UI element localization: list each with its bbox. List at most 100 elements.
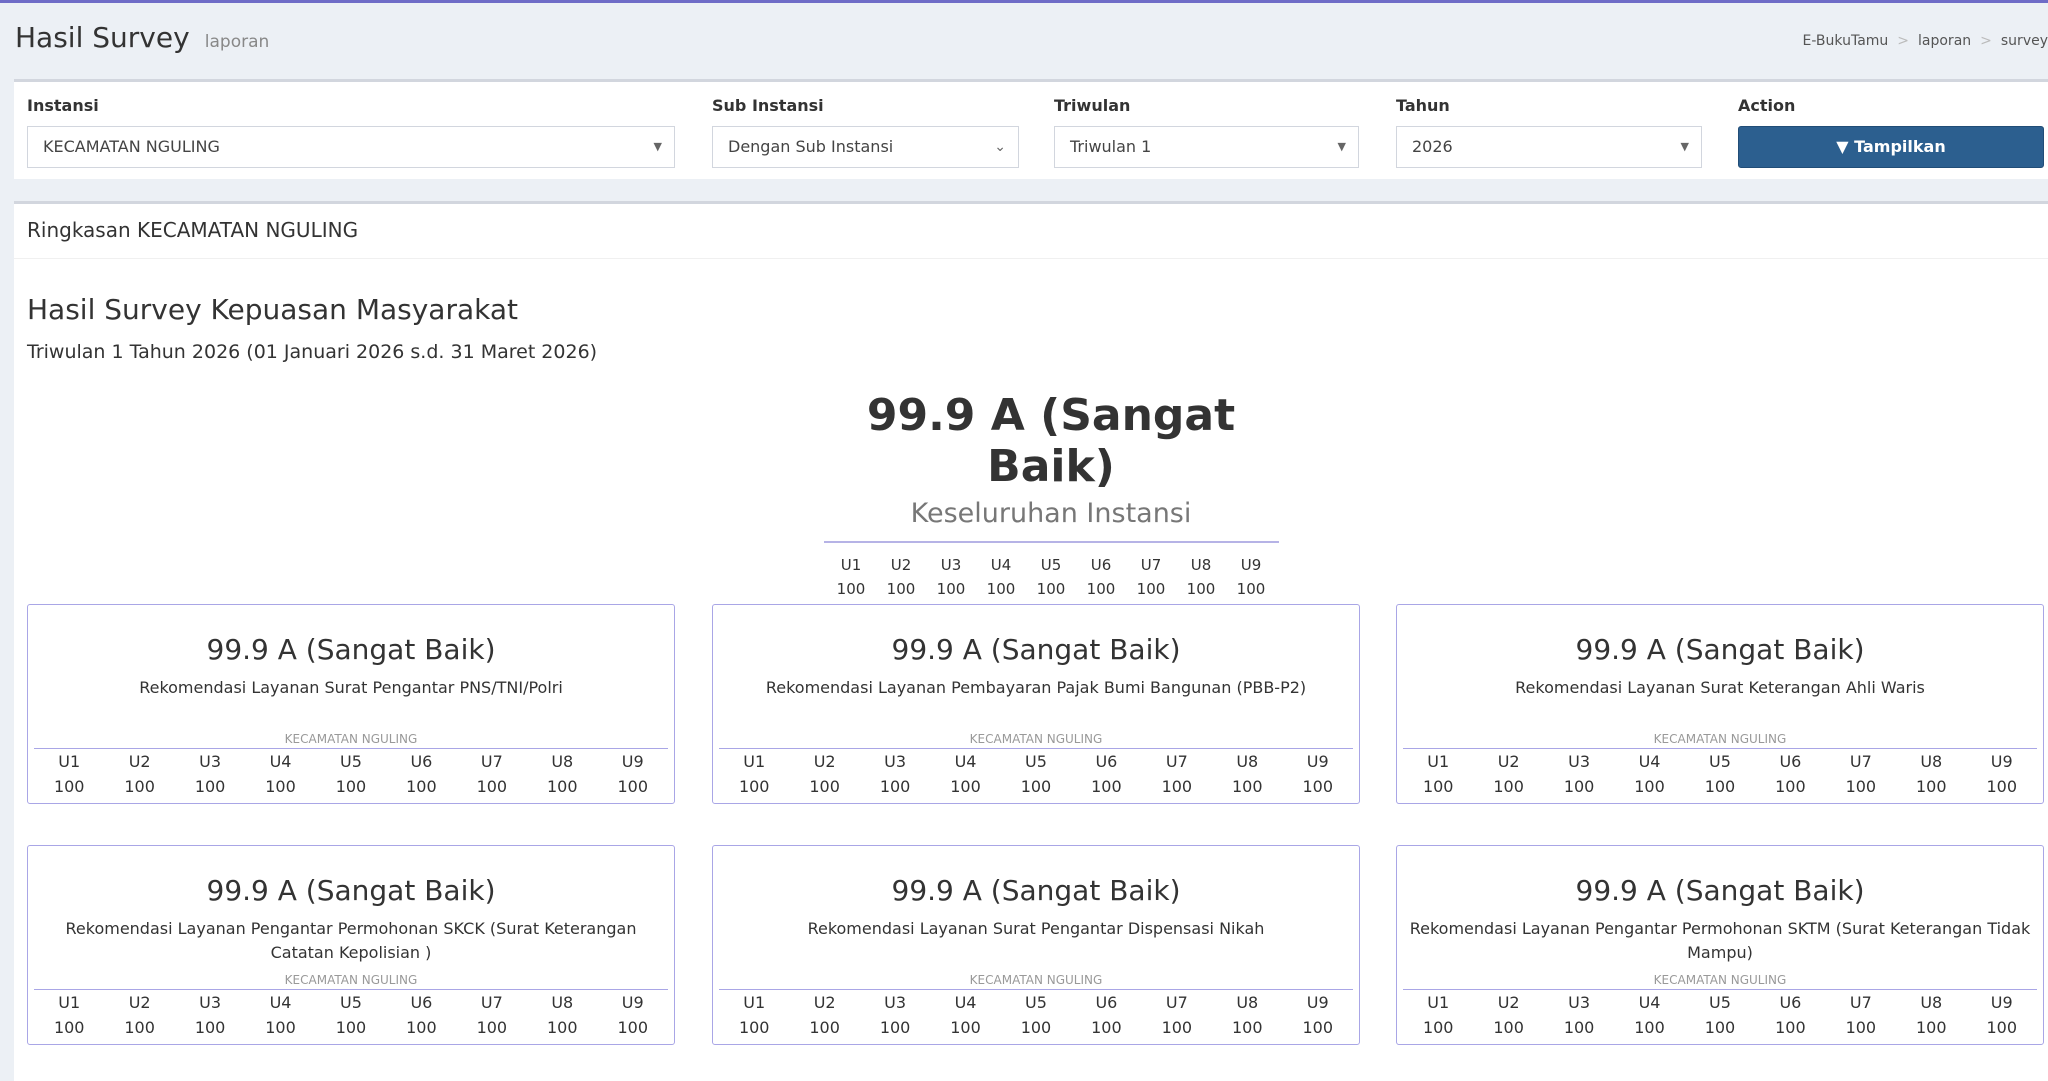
card-footer: KECAMATAN NGULING U1 U2 U3 U4 U5 U6 U7 U8 U9 100… (719, 732, 1353, 799)
card-score: 99.9 A (Sangat Baik) (206, 633, 496, 666)
breadcrumb-item-laporan[interactable]: laporan (1918, 33, 1971, 49)
card-service-name: Rekomendasi Layanan Surat Pengantar Disp… (807, 919, 1265, 938)
unit-label: U2 (128, 993, 151, 1012)
tampilkan-button[interactable]: ▼ Tampilkan (1738, 126, 2044, 168)
unit-value: 100 (1493, 1018, 1524, 1037)
unit-value: 100 (879, 1018, 911, 1037)
card-footer: KECAMATAN NGULING U1 U2 U3 U4 U5 U6 U7 U8 U9 100… (34, 973, 668, 1040)
unit-value: 100 (1634, 1018, 1665, 1037)
unit-value: 100 (1845, 1018, 1877, 1037)
unit-value: 100 (1036, 580, 1066, 598)
sub-instansi-select[interactable]: Dengan Sub Instansi ⌄ (712, 126, 1019, 168)
unit-label: U7 (480, 752, 503, 771)
unit-value: 100 (335, 1018, 367, 1037)
unit-value: 100 (836, 580, 866, 598)
overall-divider (823, 541, 1279, 543)
unit-label: U6 (1779, 752, 1802, 771)
unit-label: U3 (884, 993, 907, 1012)
unit-value: 100 (1422, 777, 1454, 796)
instansi-select[interactable]: KECAMATAN NGULING ▼ (27, 126, 675, 168)
unit-label: U4 (954, 993, 977, 1012)
unit-label: U9 (1306, 993, 1329, 1012)
card-score: 99.9 A (Sangat Baik) (891, 633, 1181, 666)
unit-value: 100 (1091, 1018, 1122, 1037)
unit-label: U5 (1709, 993, 1731, 1012)
unit-value: 100 (1020, 777, 1052, 796)
service-card: 99.9 A (Sangat Baik) Rekomendasi Layanan… (712, 604, 1360, 804)
unit-value: 100 (406, 777, 437, 796)
breadcrumb-separator: > (1980, 33, 1992, 49)
card-footer: KECAMATAN NGULING U1 U2 U3 U4 U5 U6 U7 U8 U9 100… (719, 973, 1353, 1040)
unit-value: 100 (1563, 1018, 1595, 1037)
unit-label: U7 (1165, 752, 1188, 771)
unit-label: U8 (1236, 752, 1259, 771)
card-instansi: KECAMATAN NGULING (969, 732, 1103, 746)
filter-sub-instansi: Sub Instansi Dengan Sub Instansi ⌄ (712, 96, 1019, 168)
card-score: 99.9 A (Sangat Baik) (1575, 874, 1865, 907)
unit-value: 100 (1916, 1018, 1947, 1037)
triwulan-select[interactable]: Triwulan 1 ▼ (1054, 126, 1359, 168)
unit-label: U5 (1025, 993, 1047, 1012)
card-footer: KECAMATAN NGULING U1 U2 U3 U4 U5 U6 U7 U8 U9 100… (1403, 973, 2037, 1040)
card-unit-table: U1 U2 U3 U4 U5 U6 U7 U8 U9 100 100 100 100 100 100 100… (34, 749, 668, 799)
filter-action-label: Action (1738, 96, 1796, 115)
breadcrumb-item-home[interactable]: E-BukuTamu (1803, 33, 1889, 49)
card-unit-value-row: 100 100 100 100 100 100 100 100 100 (34, 774, 668, 799)
service-card: 99.9 A (Sangat Baik) Rekomendasi Layanan… (27, 604, 675, 804)
unit-label: U3 (1568, 993, 1591, 1012)
unit-value: 100 (617, 1018, 649, 1037)
unit-label: U4 (269, 993, 292, 1012)
tahun-select[interactable]: 2026 ▼ (1396, 126, 1702, 168)
page-title: Hasil Survey (15, 21, 190, 54)
unit-label: U1 (743, 752, 766, 771)
unit-label: U8 (551, 752, 574, 771)
caret-down-icon: ▼ (1337, 140, 1346, 153)
overall-unit-value-row: 100 100 100 100 100 100 100 100 100 (826, 577, 1276, 601)
unit-value: 100 (53, 1018, 85, 1037)
card-unit-table: U1 U2 U3 U4 U5 U6 U7 U8 U9 100 100 100 100 100 100 100… (719, 990, 1353, 1040)
unit-label: U7 (1165, 993, 1188, 1012)
unit-label: U3 (940, 556, 962, 574)
summary-divider (14, 258, 2048, 259)
unit-value: 100 (406, 1018, 437, 1037)
filter-icon: ▼ (1836, 137, 1849, 156)
unit-label: U9 (1240, 556, 1262, 574)
card-service-name: Rekomendasi Layanan Surat Keterangan Ahl… (1515, 678, 1925, 697)
card-instansi: KECAMATAN NGULING (1653, 973, 1787, 987)
service-card: 99.9 A (Sangat Baik) Rekomendasi Layanan… (27, 845, 675, 1045)
tampilkan-button-label: Tampilkan (1854, 137, 1946, 156)
unit-value: 100 (809, 777, 840, 796)
card-unit-value-row: 100 100 100 100 100 100 100 100 100 (719, 1015, 1353, 1040)
filter-triwulan: Triwulan Triwulan 1 ▼ (1054, 96, 1359, 168)
unit-value: 100 (1020, 1018, 1052, 1037)
unit-value: 100 (1232, 777, 1263, 796)
unit-value: 100 (1236, 580, 1266, 598)
unit-value: 100 (265, 1018, 296, 1037)
card-score: 99.9 A (Sangat Baik) (891, 874, 1181, 907)
unit-value: 100 (1986, 1018, 2018, 1037)
unit-value: 100 (879, 777, 911, 796)
unit-value: 100 (476, 777, 508, 796)
unit-value: 100 (1186, 580, 1216, 598)
card-service-name: Rekomendasi Layanan Surat Pengantar PNS/… (139, 678, 563, 697)
unit-value: 100 (335, 777, 367, 796)
card-unit-header-row: U1 U2 U3 U4 U5 U6 U7 U8 U9 (1403, 749, 2037, 774)
card-service-name: Rekomendasi Layanan Pengantar Permohonan… (1409, 919, 2031, 962)
card-instansi: KECAMATAN NGULING (284, 732, 418, 746)
unit-value: 100 (617, 777, 649, 796)
filter-tahun-label: Tahun (1396, 96, 1450, 115)
unit-label: U9 (1306, 752, 1329, 771)
unit-label: U1 (743, 993, 766, 1012)
unit-value: 100 (1775, 777, 1806, 796)
unit-value: 100 (194, 777, 226, 796)
card-footer: KECAMATAN NGULING U1 U2 U3 U4 U5 U6 U7 U8 U9 100… (1403, 732, 2037, 799)
service-card: 99.9 A (Sangat Baik) Rekomendasi Layanan… (1396, 604, 2044, 804)
unit-label: U4 (269, 752, 292, 771)
card-service-name: Rekomendasi Layanan Pembayaran Pajak Bum… (765, 678, 1307, 697)
unit-value: 100 (1232, 1018, 1263, 1037)
unit-value: 100 (809, 1018, 840, 1037)
card-unit-header-row: U1 U2 U3 U4 U5 U6 U7 U8 U9 (34, 990, 668, 1015)
unit-value: 100 (1775, 1018, 1806, 1037)
content-header: Hasil Survey laporan E-BukuTamu > laporan >… (15, 21, 2048, 61)
unit-value: 100 (1161, 1018, 1193, 1037)
